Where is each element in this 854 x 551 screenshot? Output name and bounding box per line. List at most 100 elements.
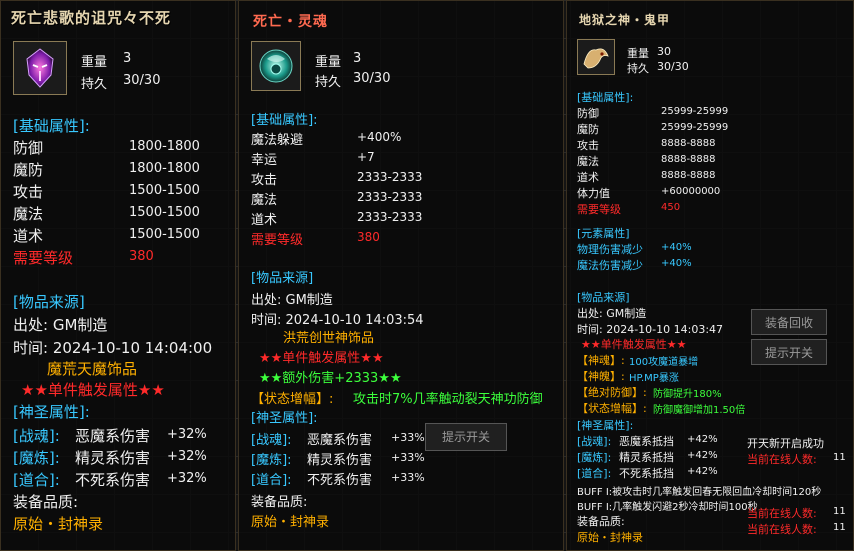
stat-value: 1500-1500 [129,205,200,220]
effect-text: 100攻魔道暴增 [629,357,699,368]
state-tag: 【状态增幅】: [251,392,334,407]
stat-value: +60000000 [661,186,721,197]
stat-label: 道术 [577,171,599,184]
stat-value: 25999-25999 [661,122,729,133]
stat-label: 魔法 [13,205,44,223]
base-attr-header: [基础属性]: [13,117,90,135]
stat-value: +400% [357,130,402,144]
quality-value: 原始・封神录 [251,515,330,530]
recycle-equipment-button[interactable]: 装备回收 [751,309,827,335]
stat-value: 8888-8888 [661,154,716,165]
required-level-label: 需要等级 [251,233,304,248]
item-icon-slot [13,41,67,95]
quality-value: 原始・封神录 [13,515,104,533]
weight-label: 重量 [81,55,108,70]
item-icon-slot [251,41,301,91]
weight-value: 3 [353,51,362,66]
stat-label: 防御 [577,107,599,120]
demon-mask-icon [26,48,54,88]
element-value: +40% [661,258,692,269]
required-level-value: 450 [661,202,681,213]
weight-value: 30 [657,45,671,58]
stat-label: 体力值 [577,187,610,200]
effect-tag: 【绝对防御】: [577,386,647,399]
stat-label: 魔法 [577,155,599,168]
stat-label: 魔法 [251,193,278,208]
holy-tag: [魔炼]: [577,451,612,464]
buff-line: BUFF I:被攻击时几率触发回春无限回血冷却时间120秒 [577,487,822,498]
tooltip-panel-1: 死亡悲歌的诅咒々不死 重量 3 持久 30/30 [基础属性]: 防御 1800… [0,0,236,551]
weight-label: 重量 [627,47,649,60]
trigger-line: ★★单件触发属性★★ [581,338,687,351]
holy-tag: [魔炼]: [251,453,292,468]
holy-text: 不死系抵挡 [619,467,674,480]
holy-text: 不死系伤害 [75,471,151,489]
source-header: [物品来源] [13,293,85,311]
online-count-value: 11 [833,452,846,463]
trigger-line: ★★单件触发属性★★ [259,351,384,366]
source-header: [物品来源] [251,271,314,286]
stat-label: 魔防 [577,123,599,136]
element-header: [元素属性] [577,227,630,240]
online-count-value: 11 [833,506,846,517]
stat-label: 幸运 [251,153,278,168]
stat-label: 攻击 [251,173,278,188]
effect-tag: 【神魄】: [577,370,625,383]
item-title: 死亡悲歌的诅咒々不死 [11,9,172,27]
time-line: 时间: 2024-10-10 14:03:47 [577,323,724,336]
server-notice: 开天新开启成功 [747,437,824,450]
holy-bonus: +42% [687,450,718,461]
holy-bonus: +32% [167,427,207,442]
origin-line: 出处: GM制造 [13,316,108,334]
series-name: 洪荒创世神饰品 [283,331,375,346]
online-count-value: 11 [833,522,846,533]
tooltip-panel-2: 死亡・灵魂 重量 3 持久 30/30 [基础属性]: 魔法躲避 +400% 幸… [238,0,564,551]
time-line: 时间: 2024-10-10 14:04:00 [13,339,213,357]
quality-label: 装备品质: [13,493,79,511]
hint-toggle-button[interactable]: 提示开关 [751,339,827,365]
stat-value: 1500-1500 [129,183,200,198]
online-count-label: 当前在线人数: [747,523,817,536]
holy-header: [神圣属性]: [13,403,90,421]
holy-header: [神圣属性]: [577,419,634,432]
base-attr-header: [基础属性]: [251,113,318,128]
item-title: 死亡・灵魂 [253,14,328,30]
holy-bonus: +33% [391,471,425,484]
stat-value: 8888-8888 [661,170,716,181]
effect-tag: 【神魂】: [577,354,625,367]
holy-bonus: +32% [167,449,207,464]
holy-bonus: +42% [687,466,718,477]
stat-label: 攻击 [13,183,44,201]
weight-value: 3 [123,51,132,66]
soul-orb-icon [259,49,293,83]
stat-value: 2333-2333 [357,170,423,184]
item-icon-slot [577,39,615,75]
holy-tag: [道合]: [13,471,60,489]
holy-tag: [战魂]: [13,427,60,445]
stat-label: 道术 [251,213,278,228]
durability-value: 30/30 [353,71,391,86]
durability-label: 持久 [315,75,342,90]
online-count-label: 当前在线人数: [747,507,817,520]
trigger-line: ★★单件触发属性★★ [21,381,165,399]
holy-bonus: +33% [391,431,425,444]
stat-value: 1500-1500 [129,227,200,242]
stat-label: 魔法躲避 [251,133,304,148]
item-title: 地狱之神・鬼甲 [579,13,671,27]
holy-tag: [战魂]: [251,433,292,448]
durability-label: 持久 [627,62,649,75]
holy-text: 精灵系伤害 [307,453,373,468]
effect-text: 防御魔御增加1.50倍 [653,405,746,416]
stat-value: 1800-1800 [129,139,200,154]
stat-label: 魔防 [13,161,44,179]
extra-damage-line: ★★额外伤害+2333★★ [259,371,402,386]
quality-value: 原始・封神录 [577,531,643,544]
state-text: 攻击时7%几率触动裂天神功防御 [353,392,543,407]
holy-text: 恶魔系伤害 [307,433,373,448]
element-label: 物理伤害减少 [577,243,643,256]
quality-label: 装备品质: [251,495,308,510]
base-attr-header: [基础属性]: [577,91,634,104]
hint-toggle-button[interactable]: 提示开关 [425,423,507,451]
holy-text: 精灵系抵挡 [619,451,674,464]
holy-bonus: +42% [687,434,718,445]
